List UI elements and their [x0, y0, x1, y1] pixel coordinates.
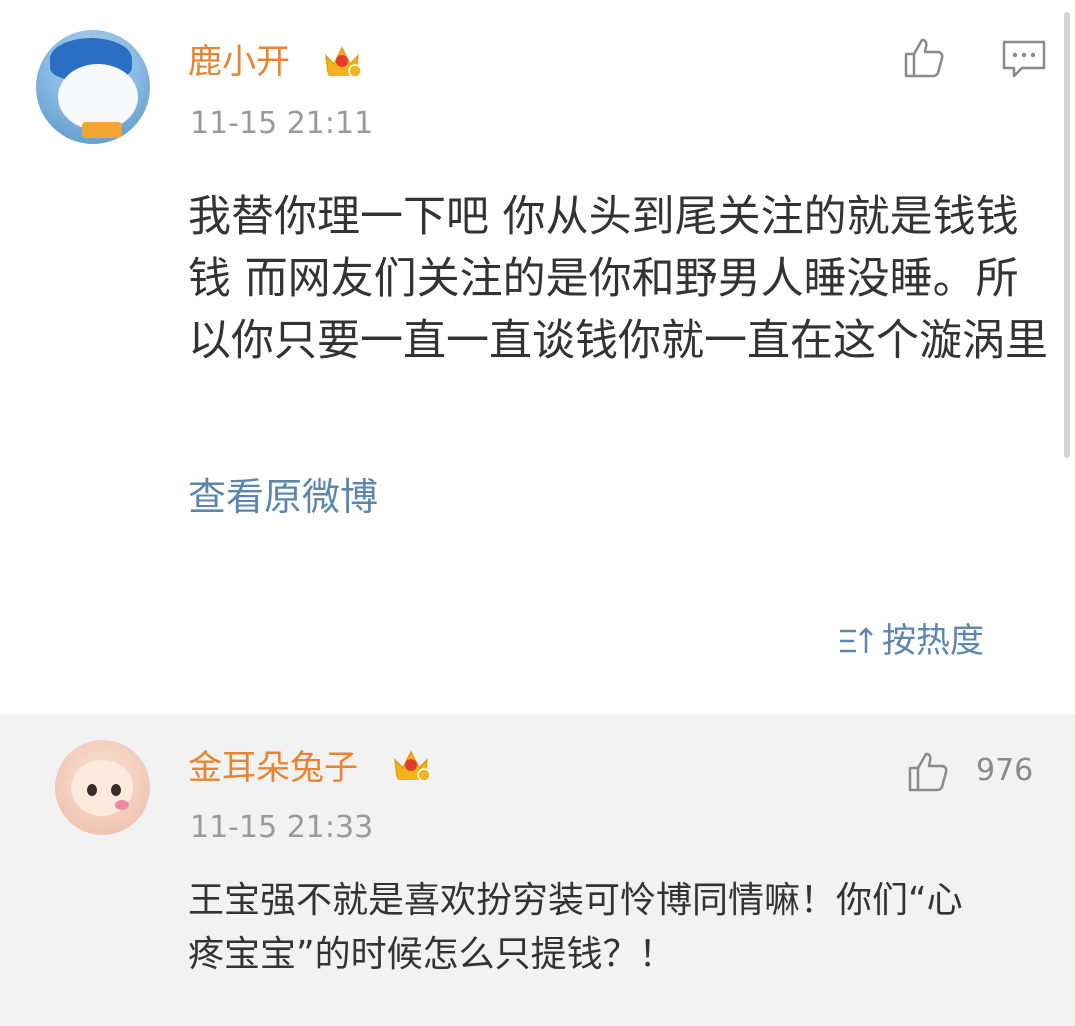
- crown-badge-icon: [324, 46, 362, 78]
- timestamp: 11-15 21:11: [190, 106, 374, 141]
- avatar-eye-left: [87, 784, 97, 796]
- thumbs-up-icon[interactable]: [904, 748, 952, 796]
- crown-badge-icon: [393, 750, 431, 782]
- avatar-duck-body: [58, 64, 138, 130]
- thumbs-up-icon[interactable]: [900, 34, 948, 82]
- comment-icon[interactable]: [1000, 38, 1048, 80]
- main-comment: 鹿小开 11-15 21:11 我替你理一下吧 你从头到尾关注的就是钱钱钱 而网…: [0, 0, 1075, 714]
- username[interactable]: 鹿小开: [188, 42, 290, 82]
- like-count: 976: [976, 753, 1034, 788]
- scrollbar[interactable]: [1064, 12, 1070, 458]
- sort-by-popularity-button[interactable]: 按热度: [838, 620, 984, 662]
- reply-text: 王宝强不就是喜欢扮穷装可怜博同情嘛！你们“心疼宝宝”的时候怎么只提钱？！: [188, 880, 963, 975]
- sort-label: 按热度: [882, 621, 984, 661]
- reply-username[interactable]: 金耳朵兔子: [188, 748, 358, 788]
- avatar-duck-foot: [82, 122, 122, 138]
- reply-timestamp: 11-15 21:33: [190, 810, 374, 845]
- sort-icon: [840, 627, 873, 653]
- reply-avatar[interactable]: [55, 740, 150, 835]
- avatar-eye-right: [111, 784, 121, 796]
- avatar[interactable]: [36, 30, 150, 144]
- comment-text: 我替你理一下吧 你从头到尾关注的就是钱钱钱 而网友们关注的是你和野男人睡没睡。所…: [188, 192, 1048, 366]
- view-original-post-link[interactable]: 查看原微博: [188, 474, 378, 520]
- avatar-blush: [115, 800, 129, 810]
